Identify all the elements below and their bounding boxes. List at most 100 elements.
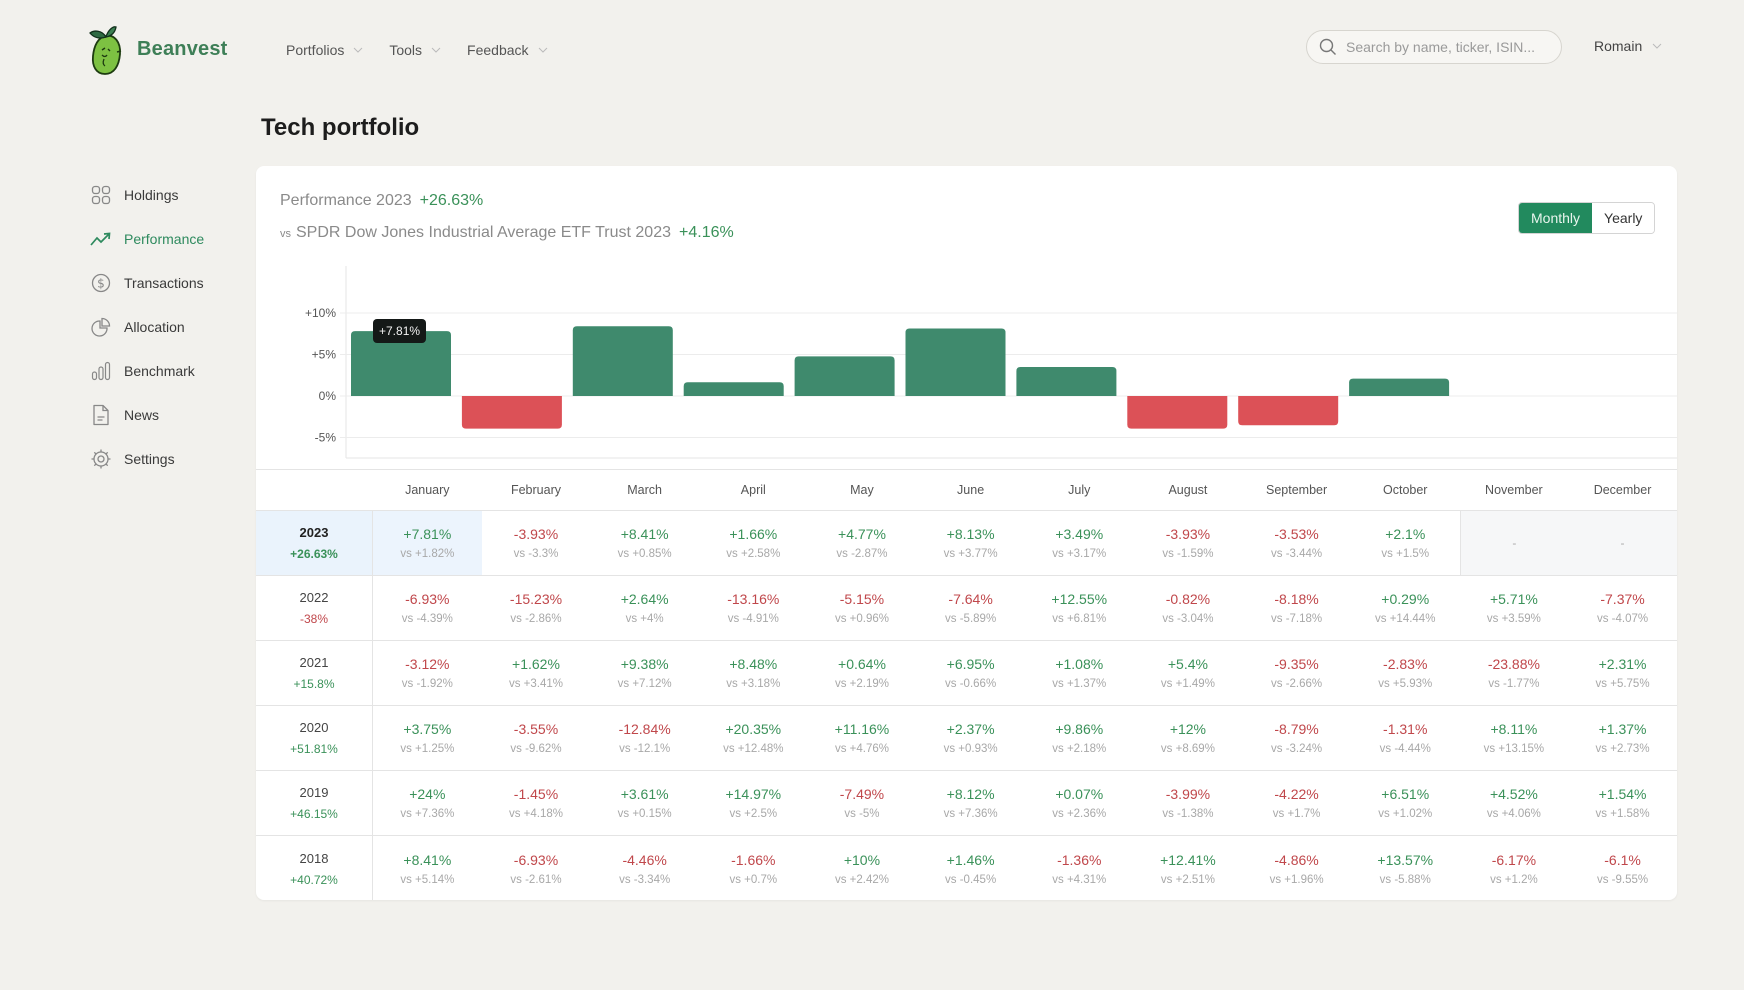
year-cell[interactable]: 2018 +40.72% [256,836,373,900]
month-cell[interactable]: -1.31% vs -4.44% [1351,706,1460,770]
sidebar-item-benchmark[interactable]: Benchmark [90,349,204,393]
month-cell[interactable]: +12.55% vs +6.81% [1025,576,1134,640]
month-cell[interactable]: +1.08% vs +1.37% [1025,641,1134,705]
bar-august[interactable] [1127,396,1228,429]
month-cell[interactable]: +6.95% vs -0.66% [916,641,1025,705]
search-input[interactable] [1346,39,1546,55]
month-cell[interactable]: +8.12% vs +7.36% [916,771,1025,835]
month-cell[interactable]: +1.66% vs +2.58% [699,511,808,575]
month-cell[interactable]: +11.16% vs +4.76% [808,706,917,770]
month-cell[interactable]: -6.17% vs +1.2% [1460,836,1569,900]
nav-feedback[interactable]: Feedback [467,42,547,58]
month-cell[interactable]: -1.45% vs +4.18% [482,771,591,835]
year-cell[interactable]: 2019 +46.15% [256,771,373,835]
month-cell[interactable]: -13.16% vs -4.91% [699,576,808,640]
month-cell[interactable]: +2.31% vs +5.75% [1568,641,1677,705]
month-cell[interactable]: +2.64% vs +4% [590,576,699,640]
month-cell[interactable]: +1.46% vs -0.45% [916,836,1025,900]
month-cell[interactable]: +1.37% vs +2.73% [1568,706,1677,770]
sidebar-item-settings[interactable]: Settings [90,437,204,481]
month-cell[interactable]: +3.49% vs +3.17% [1025,511,1134,575]
month-cell[interactable]: +1.62% vs +3.41% [482,641,591,705]
month-cell[interactable]: +9.38% vs +7.12% [590,641,699,705]
month-cell[interactable]: -15.23% vs -2.86% [482,576,591,640]
bar-july[interactable] [1016,367,1117,396]
month-cell[interactable]: +8.41% vs +0.85% [590,511,699,575]
month-cell[interactable]: -4.22% vs +1.7% [1242,771,1351,835]
month-cell[interactable]: +8.48% vs +3.18% [699,641,808,705]
month-cell[interactable]: -8.18% vs -7.18% [1242,576,1351,640]
sidebar-item-holdings[interactable]: Holdings [90,173,204,217]
month-cell[interactable]: -6.93% vs -4.39% [373,576,482,640]
month-cell[interactable]: -3.93% vs -3.3% [482,511,591,575]
year-cell[interactable]: 2022 -38% [256,576,373,640]
month-cell[interactable]: -1.66% vs +0.7% [699,836,808,900]
month-cell[interactable]: +8.13% vs +3.77% [916,511,1025,575]
month-cell[interactable]: +3.61% vs +0.15% [590,771,699,835]
bar-february[interactable] [461,396,562,429]
month-cell[interactable]: +0.64% vs +2.19% [808,641,917,705]
month-cell[interactable]: -3.12% vs -1.92% [373,641,482,705]
year-cell[interactable]: 2020 +51.81% [256,706,373,770]
month-cell[interactable]: +14.97% vs +2.5% [699,771,808,835]
bar-may[interactable] [794,356,895,396]
month-cell[interactable]: -7.37% vs -4.07% [1568,576,1677,640]
year-cell[interactable]: 2021 +15.8% [256,641,373,705]
month-cell[interactable]: -0.82% vs -3.04% [1134,576,1243,640]
year-cell[interactable]: 2023 +26.63% [256,511,373,575]
month-cell[interactable]: +8.11% vs +13.15% [1460,706,1569,770]
search-box[interactable] [1306,30,1562,64]
month-cell[interactable]: -2.83% vs +5.93% [1351,641,1460,705]
month-cell[interactable]: +4.52% vs +4.06% [1460,771,1569,835]
brand-name[interactable]: Beanvest [137,38,228,61]
month-cell[interactable]: -4.86% vs +1.96% [1242,836,1351,900]
month-cell[interactable]: +2.37% vs +0.93% [916,706,1025,770]
month-cell[interactable]: +4.77% vs -2.87% [808,511,917,575]
month-cell[interactable]: -1.36% vs +4.31% [1025,836,1134,900]
month-cell[interactable]: -3.55% vs -9.62% [482,706,591,770]
month-cell[interactable]: -7.64% vs -5.89% [916,576,1025,640]
month-cell[interactable]: +12.41% vs +2.51% [1134,836,1243,900]
month-cell[interactable]: +6.51% vs +1.02% [1351,771,1460,835]
month-cell[interactable]: +2.1% vs +1.5% [1351,511,1460,575]
month-cell[interactable]: +5.4% vs +1.49% [1134,641,1243,705]
month-cell[interactable]: +5.71% vs +3.59% [1460,576,1569,640]
month-cell[interactable]: -7.49% vs -5% [808,771,917,835]
month-cell[interactable]: -23.88% vs -1.77% [1460,641,1569,705]
benchmark-label[interactable]: SPDR Dow Jones Industrial Average ETF Tr… [296,224,671,241]
month-cell[interactable]: +12% vs +8.69% [1134,706,1243,770]
sidebar-item-news[interactable]: News [90,393,204,437]
yearly-button[interactable]: Yearly [1592,203,1655,233]
user-menu[interactable]: Romain [1594,38,1662,54]
brand-logo[interactable] [84,24,128,76]
nav-tools[interactable]: Tools [389,42,441,58]
month-cell[interactable]: +20.35% vs +12.48% [699,706,808,770]
month-cell[interactable]: +13.57% vs -5.88% [1351,836,1460,900]
bar-september[interactable] [1238,396,1339,426]
month-cell[interactable]: +1.54% vs +1.58% [1568,771,1677,835]
month-cell[interactable]: +10% vs +2.42% [808,836,917,900]
month-cell[interactable]: -12.84% vs -12.1% [590,706,699,770]
bar-october[interactable] [1349,378,1450,396]
month-cell[interactable]: +8.41% vs +5.14% [373,836,482,900]
month-cell[interactable]: -3.53% vs -3.44% [1242,511,1351,575]
month-cell[interactable]: +9.86% vs +2.18% [1025,706,1134,770]
month-cell[interactable]: -6.93% vs -2.61% [482,836,591,900]
month-cell[interactable]: +0.07% vs +2.36% [1025,771,1134,835]
bar-june[interactable] [905,328,1006,396]
month-cell[interactable]: -9.35% vs -2.66% [1242,641,1351,705]
sidebar-item-performance[interactable]: Performance [90,217,204,261]
month-cell[interactable]: +3.75% vs +1.25% [373,706,482,770]
month-cell[interactable]: +24% vs +7.36% [373,771,482,835]
month-cell[interactable]: +0.29% vs +14.44% [1351,576,1460,640]
month-cell[interactable]: +7.81% vs +1.82% [373,511,482,575]
month-cell[interactable]: -6.1% vs -9.55% [1568,836,1677,900]
nav-portfolios[interactable]: Portfolios [286,42,363,58]
bar-march[interactable] [572,326,673,396]
sidebar-item-allocation[interactable]: Allocation [90,305,204,349]
month-cell[interactable]: -5.15% vs +0.96% [808,576,917,640]
month-cell[interactable]: -3.99% vs -1.38% [1134,771,1243,835]
month-cell[interactable]: -8.79% vs -3.24% [1242,706,1351,770]
sidebar-item-transactions[interactable]: $ Transactions [90,261,204,305]
bar-april[interactable] [683,382,784,396]
